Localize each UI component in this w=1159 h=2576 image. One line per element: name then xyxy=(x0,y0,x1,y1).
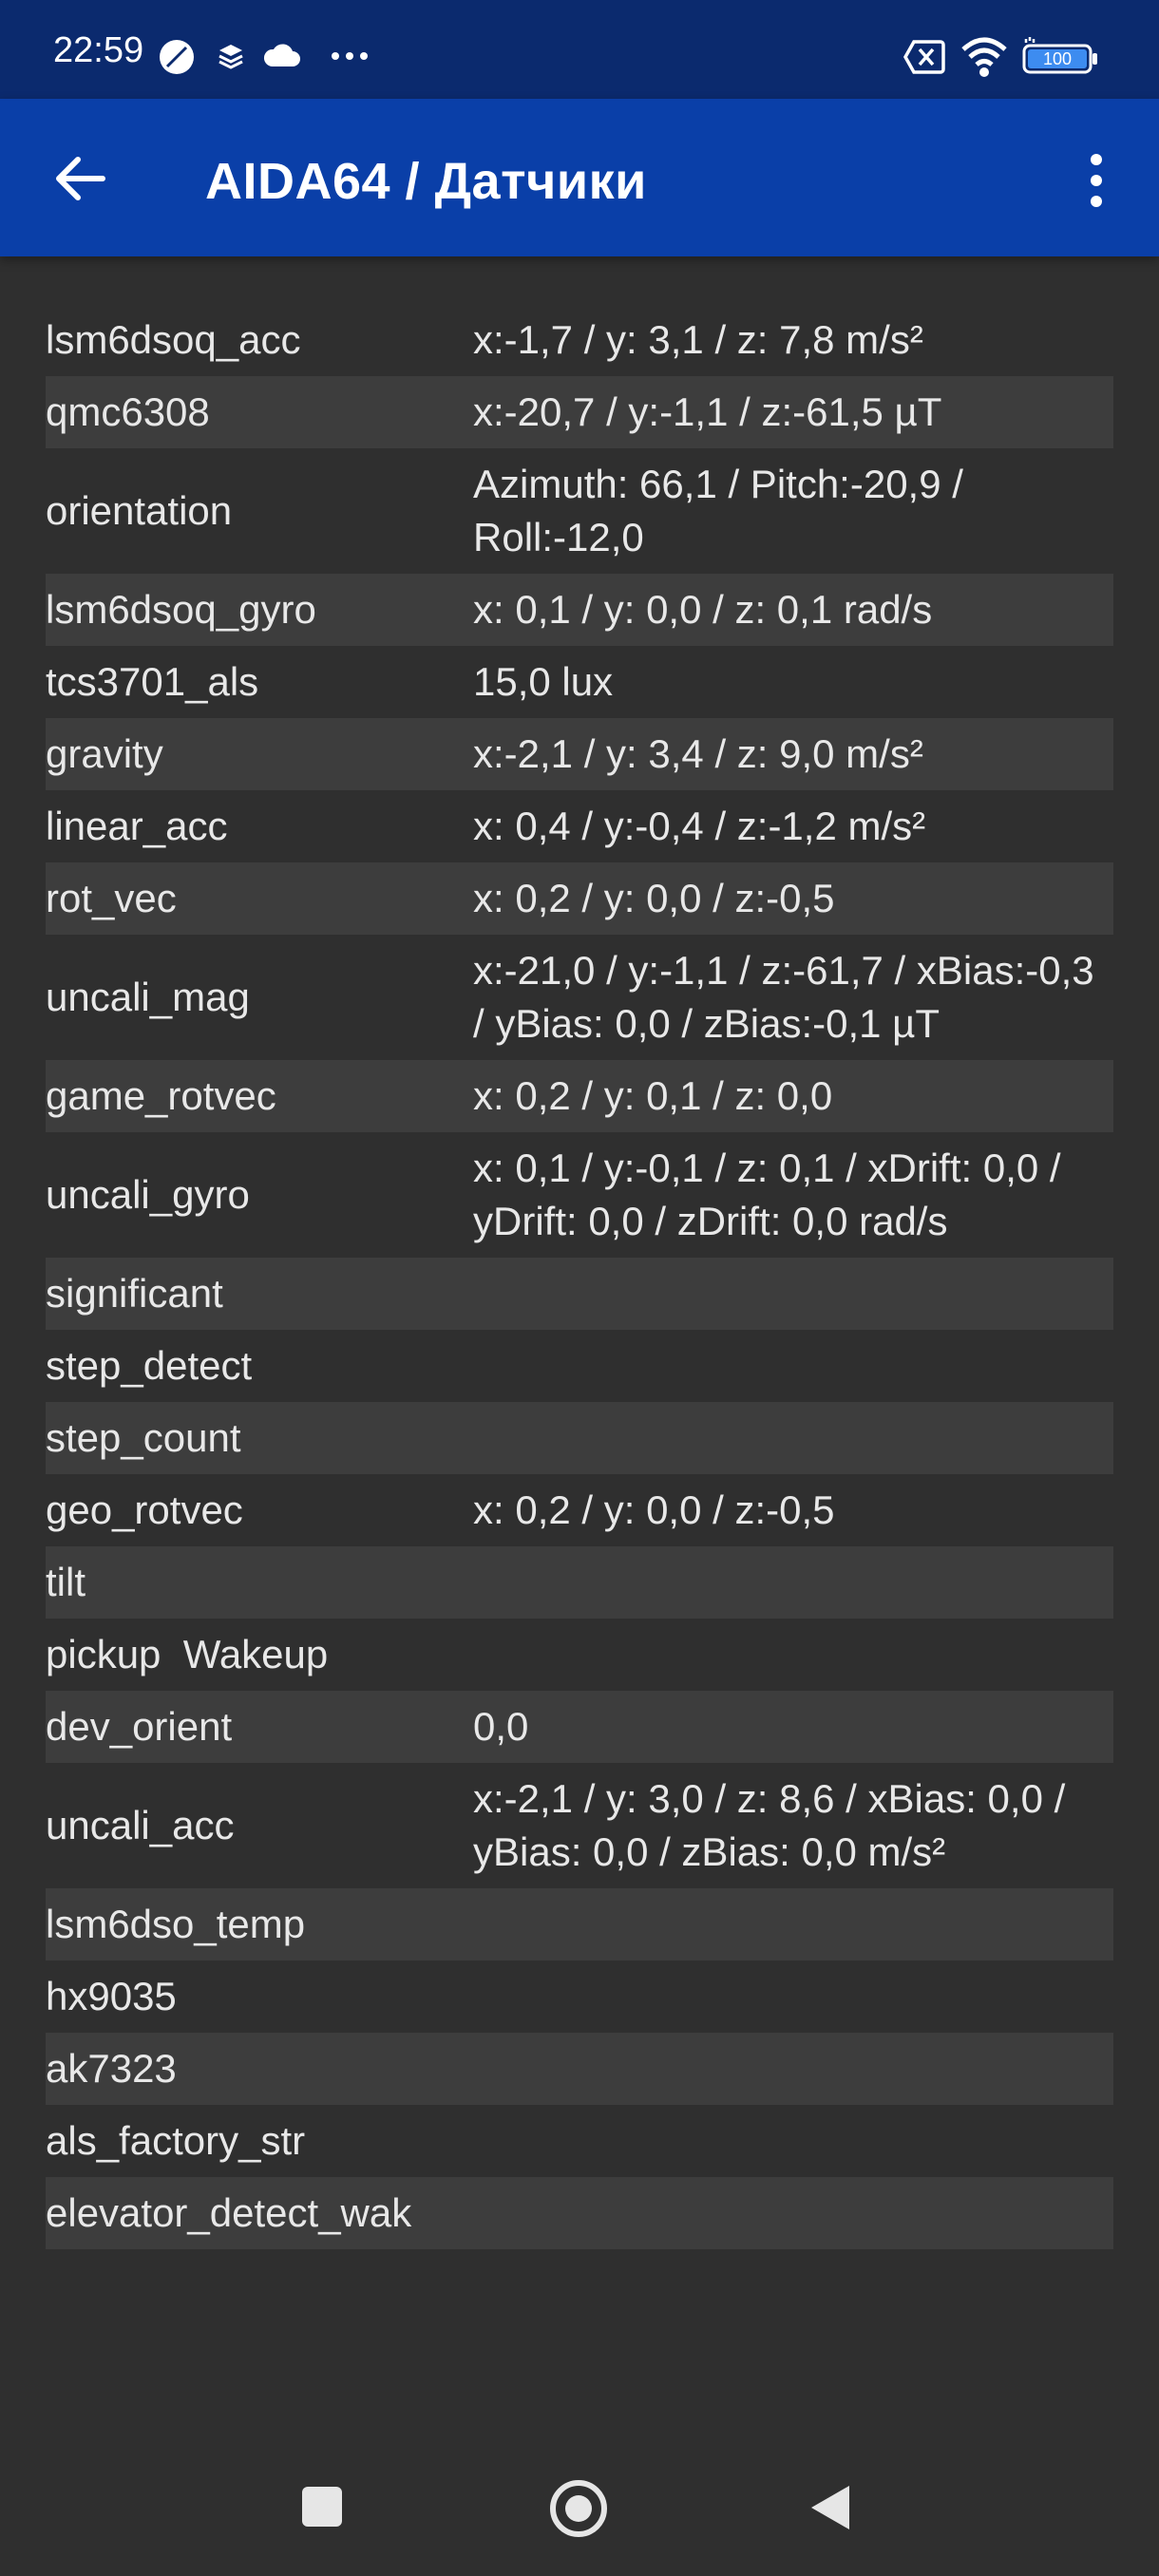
more-dots-icon xyxy=(332,52,368,60)
moon-icon xyxy=(160,40,194,74)
sensor-name: significant xyxy=(46,1271,223,1316)
sensor-name: als_factory_str xyxy=(46,2118,306,2163)
sensor-row: gravity x:-2,1 / y: 3,4 / z: 9,0 m/s² xyxy=(46,718,1113,790)
sensor-name: dev_orient xyxy=(46,1704,233,1749)
sensor-name: lsm6dsoq_acc xyxy=(46,317,301,362)
sensor-name: hx9035 xyxy=(46,1974,177,2018)
sensor-name: qmc6308 xyxy=(46,389,210,434)
sensor-name: tilt xyxy=(46,1560,86,1604)
sensor-row: tcs3701_als 15,0 lux xyxy=(46,646,1113,718)
home-circle-icon[interactable] xyxy=(549,2479,608,2538)
sensor-row: uncali_acc x:-2,1 / y: 3,0 / z: 8,6 / xB… xyxy=(46,1763,1113,1888)
sensor-value: x:-2,1 / y: 3,0 / z: 8,6 / xBias: 0,0 / … xyxy=(473,1776,1066,1874)
sensor-row: uncali_gyro x: 0,1 / y:-0,1 / z: 0,1 / x… xyxy=(46,1132,1113,1258)
sensor-name: geo_rotvec xyxy=(46,1487,243,1532)
sensor-value: 15,0 lux xyxy=(473,659,614,704)
sensor-name: lsm6dsoq_gyro xyxy=(46,587,316,632)
sensor-name: rot_vec xyxy=(46,876,177,920)
sensor-row: lsm6dso_temp xyxy=(46,1888,1113,1960)
sensor-value: x:-21,0 / y:-1,1 / z:-61,7 / xBias:-0,3 … xyxy=(473,948,1094,1046)
app-bar: AIDA64 / Датчики xyxy=(0,99,1159,256)
sensor-list[interactable]: lsm6dsoq_acc x:-1,7 / y: 3,1 / z: 7,8 m/… xyxy=(46,304,1113,2394)
sensor-value: x: 0,1 / y: 0,0 / z: 0,1 rad/s xyxy=(473,587,933,632)
sensor-value: Azimuth: 66,1 / Pitch:-20,9 / Roll:-12,0 xyxy=(473,462,963,559)
wifi-icon xyxy=(961,37,1007,77)
sensor-name: pickup Wakeup xyxy=(46,1632,329,1676)
sensor-value: x: 0,4 / y:-0,4 / z:-1,2 m/s² xyxy=(473,804,926,848)
sensor-name: step_count xyxy=(46,1415,241,1460)
status-time: 22:59 xyxy=(53,30,144,70)
sensor-name: uncali_acc xyxy=(46,1803,235,1847)
sensor-row: step_count xyxy=(46,1402,1113,1474)
sensor-row: pickup Wakeup xyxy=(46,1619,1113,1691)
sensor-value: x: 0,2 / y: 0,0 / z:-0,5 xyxy=(473,876,835,920)
more-vert-icon[interactable] xyxy=(1068,146,1125,215)
sensor-row: lsm6dsoq_gyro x: 0,1 / y: 0,0 / z: 0,1 r… xyxy=(46,574,1113,646)
sensor-row: dev_orient 0,0 xyxy=(46,1691,1113,1763)
sensor-name: tcs3701_als xyxy=(46,659,259,704)
sensor-name: lsm6dso_temp xyxy=(46,1902,306,1946)
sensor-row: als_factory_str xyxy=(46,2105,1113,2177)
sensor-row: lsm6dsoq_acc x:-1,7 / y: 3,1 / z: 7,8 m/… xyxy=(46,304,1113,376)
sensor-name: ak7323 xyxy=(46,2046,177,2091)
back-triangle-icon[interactable] xyxy=(808,2483,853,2532)
sensor-row: rot_vec x: 0,2 / y: 0,0 / z:-0,5 xyxy=(46,862,1113,935)
cloud-icon xyxy=(263,44,300,66)
sensor-value: x:-20,7 / y:-1,1 / z:-61,5 µT xyxy=(473,389,942,434)
sensor-name: uncali_gyro xyxy=(46,1172,250,1217)
sensor-value: x:-2,1 / y: 3,4 / z: 9,0 m/s² xyxy=(473,731,923,776)
sensor-name: elevator_detect_wak xyxy=(46,2190,412,2235)
sensor-value: x: 0,2 / y: 0,0 / z:-0,5 xyxy=(473,1487,835,1532)
sensor-row: orientation Azimuth: 66,1 / Pitch:-20,9 … xyxy=(46,448,1113,574)
sensor-name: orientation xyxy=(46,488,233,533)
page-title: AIDA64 / Датчики xyxy=(205,153,647,210)
sensor-value: x: 0,2 / y: 0,1 / z: 0,0 xyxy=(473,1073,833,1118)
sensor-row: game_rotvec x: 0,2 / y: 0,1 / z: 0,0 xyxy=(46,1060,1113,1132)
sensor-value: x:-1,7 / y: 3,1 / z: 7,8 m/s² xyxy=(473,317,923,362)
sensor-row: step_detect xyxy=(46,1330,1113,1402)
sensor-row: elevator_detect_wak xyxy=(46,2177,1113,2249)
recents-square-icon[interactable] xyxy=(300,2485,344,2529)
sensor-row: ak7323 xyxy=(46,2033,1113,2105)
sensor-row: uncali_mag x:-21,0 / y:-1,1 / z:-61,7 / … xyxy=(46,935,1113,1060)
sensor-row: linear_acc x: 0,4 / y:-0,4 / z:-1,2 m/s² xyxy=(46,790,1113,862)
sim-off-icon xyxy=(902,40,945,74)
layers-icon xyxy=(218,45,243,69)
sensor-name: game_rotvec xyxy=(46,1073,276,1118)
sensor-name: uncali_mag xyxy=(46,975,250,1019)
status-bar: 22:59 100 xyxy=(0,0,1159,99)
battery-level-text: 100 xyxy=(1043,49,1072,68)
sensor-row: geo_rotvec x: 0,2 / y: 0,0 / z:-0,5 xyxy=(46,1474,1113,1546)
sensor-row: tilt xyxy=(46,1546,1113,1619)
sensor-value: x: 0,1 / y:-0,1 / z: 0,1 / xDrift: 0,0 /… xyxy=(473,1146,1061,1243)
nav-bar xyxy=(0,2424,1159,2576)
battery-icon: 100 xyxy=(1022,37,1097,74)
sensor-name: gravity xyxy=(46,731,163,776)
sensor-name: linear_acc xyxy=(46,804,228,848)
arrow-back-icon[interactable] xyxy=(46,144,114,213)
sensor-value: 0,0 xyxy=(473,1704,529,1749)
sensor-name: step_detect xyxy=(46,1343,253,1388)
sensor-row: hx9035 xyxy=(46,1960,1113,2033)
sensor-row: qmc6308 x:-20,7 / y:-1,1 / z:-61,5 µT xyxy=(46,376,1113,448)
sensor-row: significant xyxy=(46,1258,1113,1330)
